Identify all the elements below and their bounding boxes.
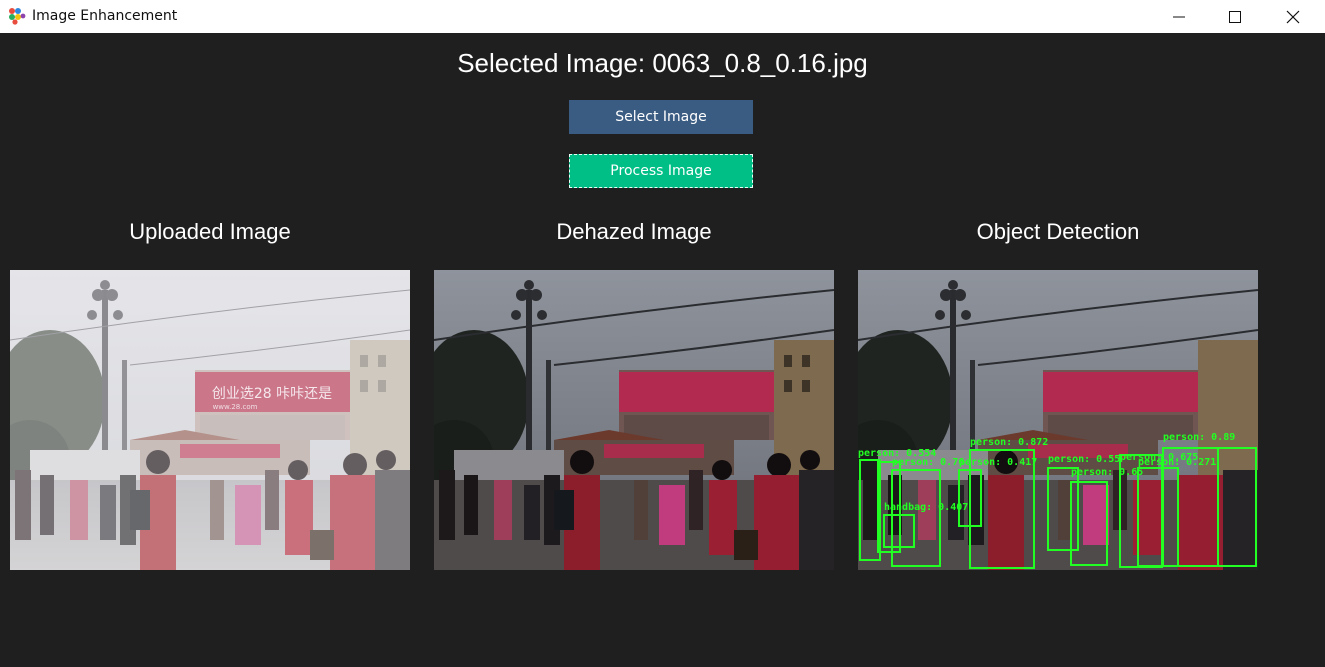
maximize-button[interactable] — [1212, 0, 1258, 33]
maximize-icon — [1229, 10, 1241, 23]
detection-label: handbag: 0.407 — [884, 502, 968, 513]
close-icon — [1286, 10, 1300, 23]
dehazed-image — [434, 270, 834, 570]
detection-label: person: 0.271 — [1138, 457, 1216, 468]
object-detection-image: person: 0.872 person: 0.417 person: 0.76… — [858, 270, 1258, 570]
uploaded-image: 创业选28 咔咔还是 www.28.com — [10, 270, 410, 570]
select-image-button[interactable]: Select Image — [569, 100, 753, 134]
detection-label: person: 0.872 — [970, 437, 1048, 448]
uploaded-image-title: Uploaded Image — [129, 219, 291, 244]
detection-label: person: 0.417 — [959, 457, 1037, 468]
dehazed-image-title: Dehazed Image — [556, 219, 712, 244]
minimize-button[interactable] — [1156, 0, 1202, 33]
close-button[interactable] — [1270, 0, 1316, 33]
detection-label: person: 0.554 — [858, 448, 936, 459]
app-icon — [9, 8, 26, 25]
process-image-button[interactable]: Process Image — [569, 154, 753, 188]
window-titlebar: Image Enhancement — [0, 0, 1325, 33]
minimize-icon — [1173, 16, 1185, 17]
selected-image-title: Selected Image: 0063_0.8_0.16.jpg — [457, 48, 868, 78]
detection-label: person: 0.65 — [1071, 467, 1143, 478]
window-title: Image Enhancement — [32, 8, 178, 24]
detection-label: person: 0.89 — [1163, 432, 1235, 443]
detection-label: person: 0.55 — [1048, 454, 1120, 465]
object-detection-title: Object Detection — [976, 219, 1140, 244]
